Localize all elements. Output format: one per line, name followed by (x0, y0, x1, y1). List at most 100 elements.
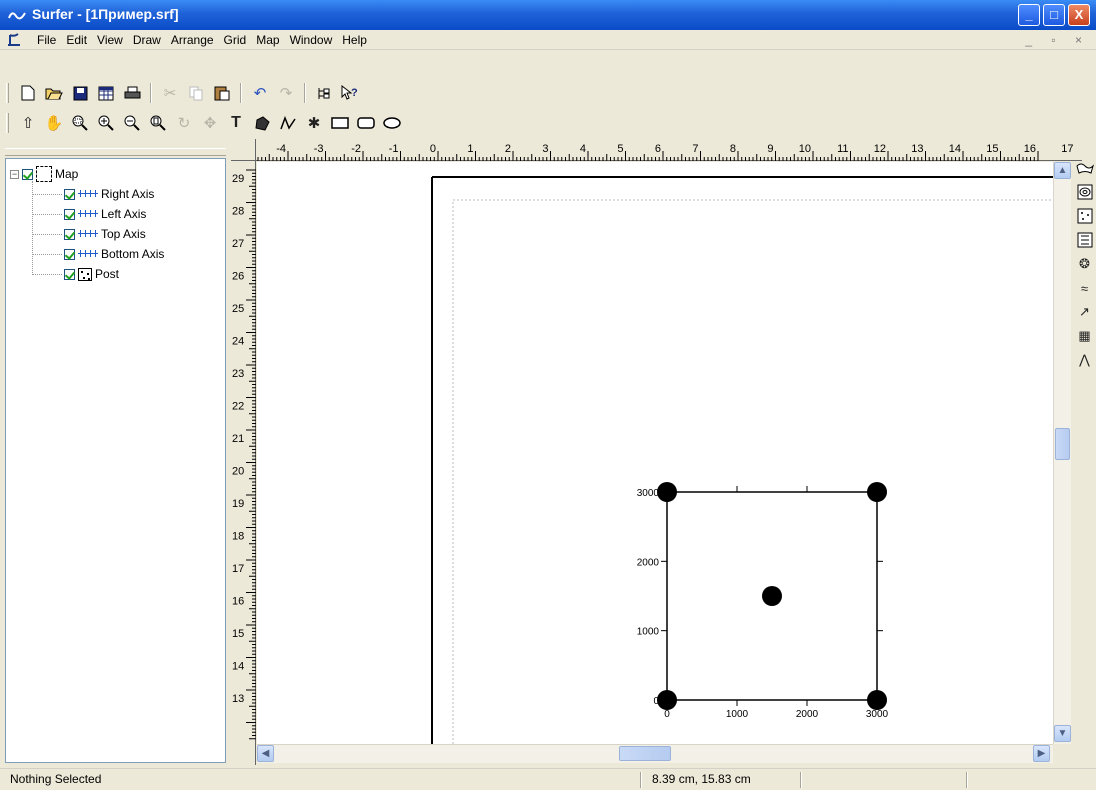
wireframe-icon[interactable]: ▦ (1075, 326, 1095, 346)
shaded-relief-icon[interactable]: ≈ (1075, 278, 1095, 298)
reshape-icon[interactable]: ✥ (199, 112, 221, 134)
print-icon[interactable] (121, 82, 143, 104)
tree-item-left-axis[interactable]: Left Axis (64, 205, 146, 223)
scroll-left-icon[interactable]: ◀ (257, 745, 274, 762)
horizontal-scrollbar[interactable]: ◀ ▶ (257, 744, 1053, 763)
worksheet-icon[interactable] (95, 82, 117, 104)
rounded-rectangle-icon[interactable] (355, 112, 377, 134)
zoom-out-icon[interactable] (121, 112, 143, 134)
menu-help[interactable]: Help (337, 33, 372, 47)
tree-item-post[interactable]: Post (64, 265, 119, 283)
tree-item-label: Post (95, 267, 120, 281)
post-map-icon[interactable] (1075, 206, 1095, 226)
select-arrow-icon[interactable]: ⇧ (17, 112, 39, 134)
contour-map-icon[interactable] (1075, 182, 1095, 202)
toolbar-grip[interactable] (6, 113, 9, 133)
zoom-in-icon[interactable] (95, 112, 117, 134)
polygon-icon[interactable] (251, 112, 273, 134)
minimize-button[interactable]: _ (1018, 4, 1040, 26)
document-system-menu-icon[interactable] (6, 32, 22, 48)
object-manager-panel: − Map Right Axis Left Axis Top Axis Bottom … (5, 158, 226, 763)
status-cursor-position: 8.39 cm, 15.83 cm (652, 772, 751, 786)
new-icon[interactable] (17, 82, 39, 104)
context-help-icon[interactable]: ? (339, 82, 361, 104)
vector-map-icon[interactable]: ↗ (1075, 302, 1095, 322)
axis-icon (78, 209, 98, 219)
ruler-tick-label: 13 (232, 693, 244, 705)
toolbar-grip[interactable] (6, 83, 9, 103)
ruler-tick-label: 17 (1061, 143, 1073, 155)
ellipse-icon[interactable] (381, 112, 403, 134)
post-map[interactable]: 0 1000 2000 30000100020003000 (637, 482, 889, 720)
post-map-icon (78, 267, 92, 281)
checkbox-icon[interactable] (64, 188, 75, 200)
vertical-ruler: 29 28 27 26 25 24 23 22 21 20 19 18 17 16 15 14 13 (231, 161, 256, 765)
data-point (762, 586, 782, 606)
checkbox-icon[interactable] (22, 168, 33, 180)
menu-window[interactable]: Window (285, 33, 338, 47)
close-button[interactable]: X (1068, 4, 1090, 26)
menu-file[interactable]: File (32, 33, 61, 47)
vertical-scrollbar[interactable]: ▲ ▼ (1053, 162, 1071, 744)
status-bar: Nothing Selected 8.39 cm, 15.83 cm (0, 768, 1096, 790)
tree-item-bottom-axis[interactable]: Bottom Axis (64, 245, 164, 263)
status-selection: Nothing Selected (10, 772, 102, 786)
checkbox-icon[interactable] (64, 268, 75, 280)
menu-view[interactable]: View (92, 33, 128, 47)
ruler-tick-label: -1 (389, 143, 399, 155)
undo-icon[interactable]: ↶ (249, 82, 271, 104)
pan-hand-icon[interactable]: ✋ (43, 112, 65, 134)
redo-icon[interactable]: ↷ (275, 82, 297, 104)
scroll-down-icon[interactable]: ▼ (1054, 725, 1071, 742)
menu-edit[interactable]: Edit (61, 33, 92, 47)
ruler-tick-label: 23 (232, 368, 244, 380)
toolbar-separator (304, 83, 306, 103)
checkbox-icon[interactable] (64, 248, 75, 260)
image-map-icon[interactable]: ❂ (1075, 254, 1095, 274)
checkbox-icon[interactable] (64, 208, 75, 220)
ruler-tick-label: 21 (232, 433, 244, 445)
y-tick-label: 2000 (637, 557, 660, 568)
horizontal-scroll-thumb[interactable] (619, 746, 671, 761)
ruler-tick-label: 26 (232, 271, 244, 283)
menu-draw[interactable]: Draw (128, 33, 166, 47)
text-icon[interactable]: T (225, 112, 247, 134)
copy-icon[interactable] (185, 82, 207, 104)
tree-item-map[interactable]: − Map (10, 165, 78, 183)
scroll-right-icon[interactable]: ▶ (1033, 745, 1050, 762)
checkbox-icon[interactable] (64, 228, 75, 240)
polyline-icon[interactable] (277, 112, 299, 134)
svg-text:?: ? (351, 87, 358, 99)
menu-map[interactable]: Map (251, 33, 284, 47)
open-icon[interactable] (43, 82, 65, 104)
window-title: Surfer - [1Пример.srf] (32, 6, 179, 22)
menu-grid[interactable]: Grid (219, 33, 252, 47)
rotate-icon[interactable]: ↻ (173, 112, 195, 134)
zoom-page-icon[interactable] (147, 112, 169, 134)
symbol-icon[interactable]: ✱ (303, 112, 325, 134)
classed-post-map-icon[interactable] (1075, 230, 1095, 250)
mdi-window-controls[interactable]: _ ▫ × (1025, 33, 1090, 47)
object-manager-titlebar[interactable] (5, 148, 226, 156)
cut-icon[interactable]: ✂ (159, 82, 181, 104)
surface-icon[interactable]: ⋀ (1075, 350, 1095, 370)
scroll-up-icon[interactable]: ▲ (1054, 162, 1071, 179)
paste-icon[interactable] (211, 82, 233, 104)
rectangle-icon[interactable] (329, 112, 351, 134)
title-bar: Surfer - [1Пример.srf] _ □ X (0, 0, 1096, 30)
object-manager-icon[interactable] (313, 82, 335, 104)
zoom-rect-icon[interactable] (69, 112, 91, 134)
ruler-tick-label: 2 (505, 143, 511, 155)
tree-item-top-axis[interactable]: Top Axis (64, 225, 146, 243)
tree-item-right-axis[interactable]: Right Axis (64, 185, 154, 203)
menu-arrange[interactable]: Arrange (166, 33, 219, 47)
drawing-toolbar: ⇧ ✋ ↻ ✥ T ✱ (0, 109, 403, 137)
save-icon[interactable] (69, 82, 91, 104)
collapse-toggle-icon[interactable]: − (10, 169, 19, 179)
base-map-icon[interactable] (1075, 158, 1095, 178)
vertical-scroll-thumb[interactable] (1055, 428, 1070, 460)
plot-document-canvas[interactable]: 0 1000 2000 3000 0 1000 2000 3000 (257, 162, 1064, 761)
data-point (657, 482, 677, 502)
maximize-button[interactable]: □ (1043, 4, 1065, 26)
ruler-tick-label: 11 (837, 143, 848, 155)
